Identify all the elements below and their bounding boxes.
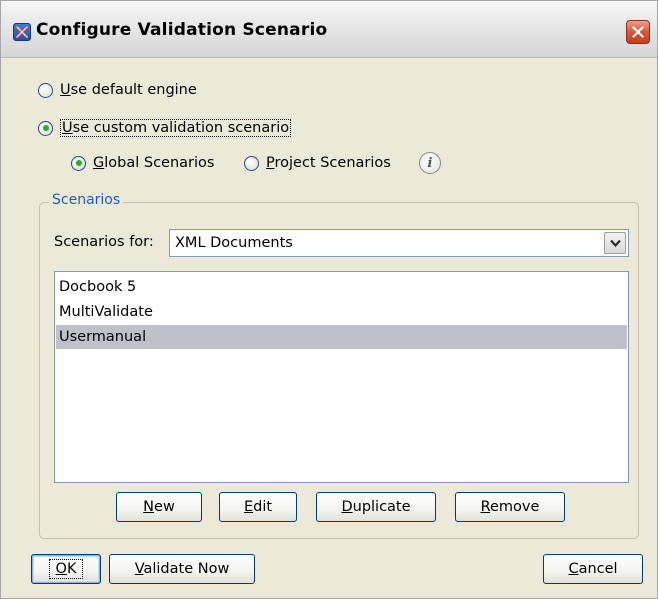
scenarios-for-value: XML Documents xyxy=(175,235,293,251)
new-button[interactable]: New xyxy=(116,492,202,522)
edit-button-label: Edit xyxy=(243,499,273,515)
edit-button[interactable]: Edit xyxy=(219,492,297,522)
radio-checked-icon xyxy=(38,120,53,136)
remove-button-label: Remove xyxy=(480,499,540,515)
use-custom-validation-scenario-label: Use custom validation scenario xyxy=(60,119,292,137)
ok-button-label: OK xyxy=(48,559,84,579)
dialog-title: Configure Validation Scenario xyxy=(36,20,328,40)
global-scenarios-label: Global Scenarios xyxy=(93,155,215,171)
radio-unchecked-icon xyxy=(244,155,259,171)
scenarios-for-select[interactable]: XML Documents xyxy=(169,229,629,257)
dropdown-button[interactable] xyxy=(604,232,626,254)
chevron-down-icon xyxy=(610,239,621,248)
duplicate-button[interactable]: Duplicate xyxy=(316,492,436,522)
global-scenarios-radio[interactable]: Global Scenarios xyxy=(71,153,214,173)
project-scenarios-radio[interactable]: Project Scenarios xyxy=(244,153,391,173)
use-custom-validation-scenario-radio[interactable]: Use custom validation scenario xyxy=(38,118,292,138)
app-logo-icon xyxy=(13,23,31,41)
info-icon-glyph: i xyxy=(427,155,433,171)
list-item-usermanual[interactable]: Usermanual xyxy=(56,325,627,349)
cancel-button-label: Cancel xyxy=(568,561,618,577)
new-button-label: New xyxy=(143,499,175,515)
title-bar: Configure Validation Scenario xyxy=(1,1,657,58)
scenarios-for-label: Scenarios for: xyxy=(54,234,154,250)
remove-button[interactable]: Remove xyxy=(455,492,565,522)
radio-unchecked-icon xyxy=(38,82,53,98)
close-button[interactable] xyxy=(626,20,650,44)
cancel-button[interactable]: Cancel xyxy=(543,554,643,584)
ok-button[interactable]: OK xyxy=(31,554,101,584)
scenarios-group-label: Scenarios xyxy=(49,192,124,208)
duplicate-button-label: Duplicate xyxy=(341,499,411,515)
list-item-docbook-5[interactable]: Docbook 5 xyxy=(56,275,627,299)
validate-now-button-label: Validate Now xyxy=(134,561,230,577)
info-icon[interactable]: i xyxy=(419,152,441,174)
radio-checked-icon xyxy=(71,155,86,171)
list-item-multivalidate[interactable]: MultiValidate xyxy=(56,300,627,324)
scenarios-list[interactable]: Docbook 5 MultiValidate Usermanual xyxy=(54,271,629,483)
validate-now-button[interactable]: Validate Now xyxy=(109,554,255,584)
use-default-engine-label: Use default engine xyxy=(60,82,197,98)
configure-validation-scenario-dialog: Configure Validation Scenario Use defaul… xyxy=(0,0,658,599)
use-default-engine-radio[interactable]: Use default engine xyxy=(38,80,197,100)
close-icon xyxy=(632,26,644,38)
project-scenarios-label: Project Scenarios xyxy=(266,155,391,171)
